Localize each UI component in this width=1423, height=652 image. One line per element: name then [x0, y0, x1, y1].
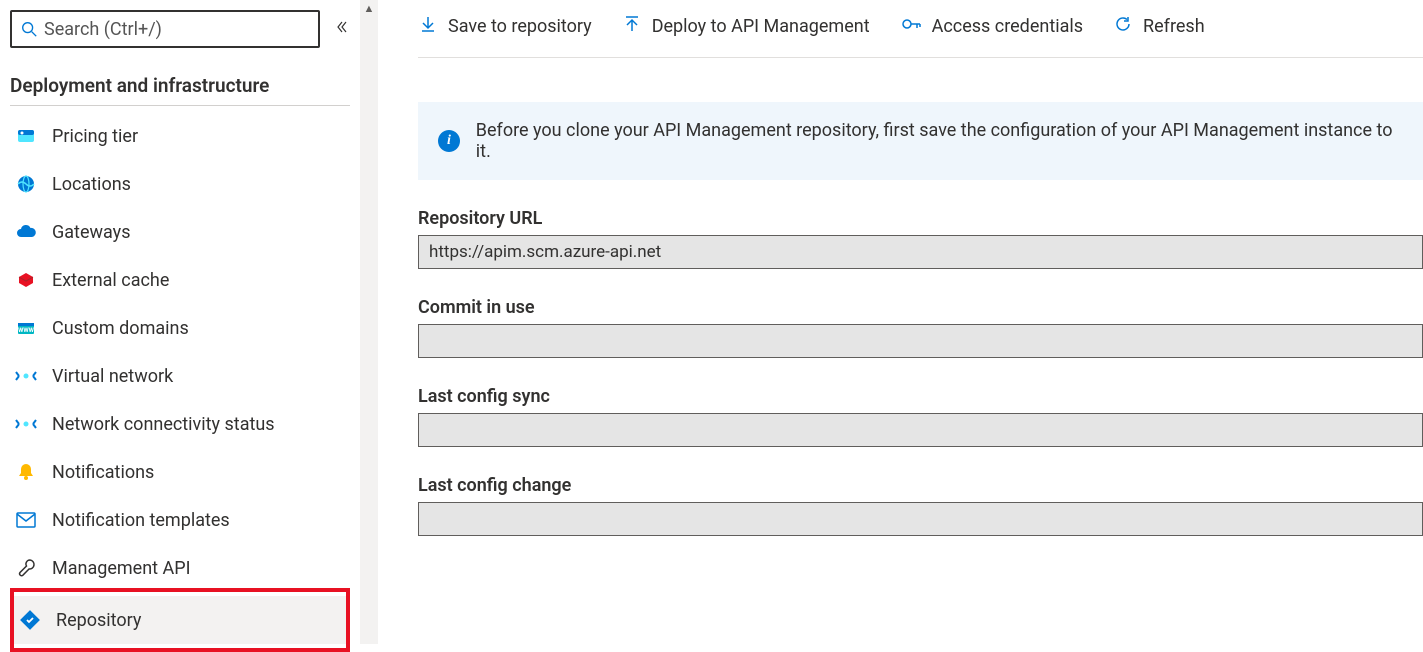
sidebar-item-network-connectivity[interactable]: Network connectivity status [10, 400, 350, 448]
button-label: Refresh [1143, 16, 1205, 37]
download-icon [418, 14, 438, 39]
info-banner-text: Before you clone your API Management rep… [476, 120, 1403, 162]
sidebar-item-label: Virtual network [52, 366, 173, 387]
search-icon [20, 20, 38, 38]
sidebar-item-pricing-tier[interactable]: Pricing tier [10, 112, 350, 160]
upload-icon [622, 14, 642, 39]
sidebar-item-external-cache[interactable]: External cache [10, 256, 350, 304]
cloud-icon [14, 220, 38, 244]
sidebar-item-custom-domains[interactable]: WWW Custom domains [10, 304, 350, 352]
sidebar: Deployment and infrastructure Pricing ti… [0, 0, 360, 644]
access-credentials-button[interactable]: Access credentials [900, 14, 1083, 39]
mail-icon [14, 508, 38, 532]
repository-url-input[interactable] [418, 235, 1423, 269]
sidebar-item-label: Repository [56, 610, 141, 631]
search-wrapper [10, 10, 350, 48]
globe-icon [14, 172, 38, 196]
sidebar-item-label: Network connectivity status [52, 414, 275, 435]
pricing-tier-icon [14, 124, 38, 148]
sidebar-item-label: Notification templates [52, 510, 230, 531]
bell-icon [14, 460, 38, 484]
repository-icon [18, 608, 42, 632]
sidebar-item-repository[interactable]: Repository [14, 596, 346, 644]
refresh-icon [1113, 14, 1133, 39]
sidebar-item-gateways[interactable]: Gateways [10, 208, 350, 256]
refresh-button[interactable]: Refresh [1113, 14, 1205, 39]
sidebar-item-label: Gateways [52, 222, 130, 243]
sidebar-item-label: Locations [52, 174, 131, 195]
deploy-button[interactable]: Deploy to API Management [622, 14, 870, 39]
field-label: Repository URL [418, 208, 1423, 229]
sidebar-nav: Pricing tier Locations Gateways External… [10, 112, 350, 652]
sidebar-item-notifications[interactable]: Notifications [10, 448, 350, 496]
domain-icon: WWW [14, 316, 38, 340]
wrench-icon [14, 556, 38, 580]
button-label: Access credentials [932, 16, 1083, 37]
sidebar-item-notification-templates[interactable]: Notification templates [10, 496, 350, 544]
sidebar-item-label: Custom domains [52, 318, 189, 339]
field-label: Last config sync [418, 386, 1423, 407]
field-repository-url: Repository URL [418, 208, 1423, 269]
sidebar-section-heading: Deployment and infrastructure [10, 74, 350, 106]
commit-input[interactable] [418, 324, 1423, 358]
sidebar-item-management-api[interactable]: Management API [10, 544, 350, 592]
field-label: Commit in use [418, 297, 1423, 318]
svg-text:WWW: WWW [18, 327, 35, 334]
field-label: Last config change [418, 475, 1423, 496]
last-sync-input[interactable] [418, 413, 1423, 447]
sidebar-item-label: Pricing tier [52, 126, 138, 147]
sidebar-item-virtual-network[interactable]: Virtual network [10, 352, 350, 400]
info-banner: i Before you clone your API Management r… [418, 102, 1423, 180]
sidebar-scrollbar[interactable]: ▲ [360, 0, 378, 644]
last-change-input[interactable] [418, 502, 1423, 536]
save-to-repository-button[interactable]: Save to repository [418, 14, 592, 39]
search-box[interactable] [10, 10, 320, 48]
sidebar-item-locations[interactable]: Locations [10, 160, 350, 208]
search-input[interactable] [44, 19, 310, 40]
field-last-config-sync: Last config sync [418, 386, 1423, 447]
button-label: Save to repository [448, 16, 592, 37]
key-icon [900, 14, 922, 39]
sidebar-item-label: External cache [52, 270, 169, 291]
scroll-up-icon[interactable]: ▲ [360, 2, 378, 15]
highlight-annotation: Repository [10, 588, 350, 652]
cache-icon [14, 268, 38, 292]
sidebar-item-label: Notifications [52, 462, 154, 483]
field-commit-in-use: Commit in use [418, 297, 1423, 358]
field-last-config-change: Last config change [418, 475, 1423, 536]
command-bar: Save to repository Deploy to API Managem… [418, 8, 1423, 58]
collapse-sidebar-icon[interactable] [334, 19, 350, 39]
button-label: Deploy to API Management [652, 16, 870, 37]
vnet-icon [14, 364, 38, 388]
main-content: Save to repository Deploy to API Managem… [378, 0, 1423, 644]
sidebar-item-label: Management API [52, 558, 191, 579]
info-icon: i [438, 130, 460, 152]
connectivity-icon [14, 412, 38, 436]
